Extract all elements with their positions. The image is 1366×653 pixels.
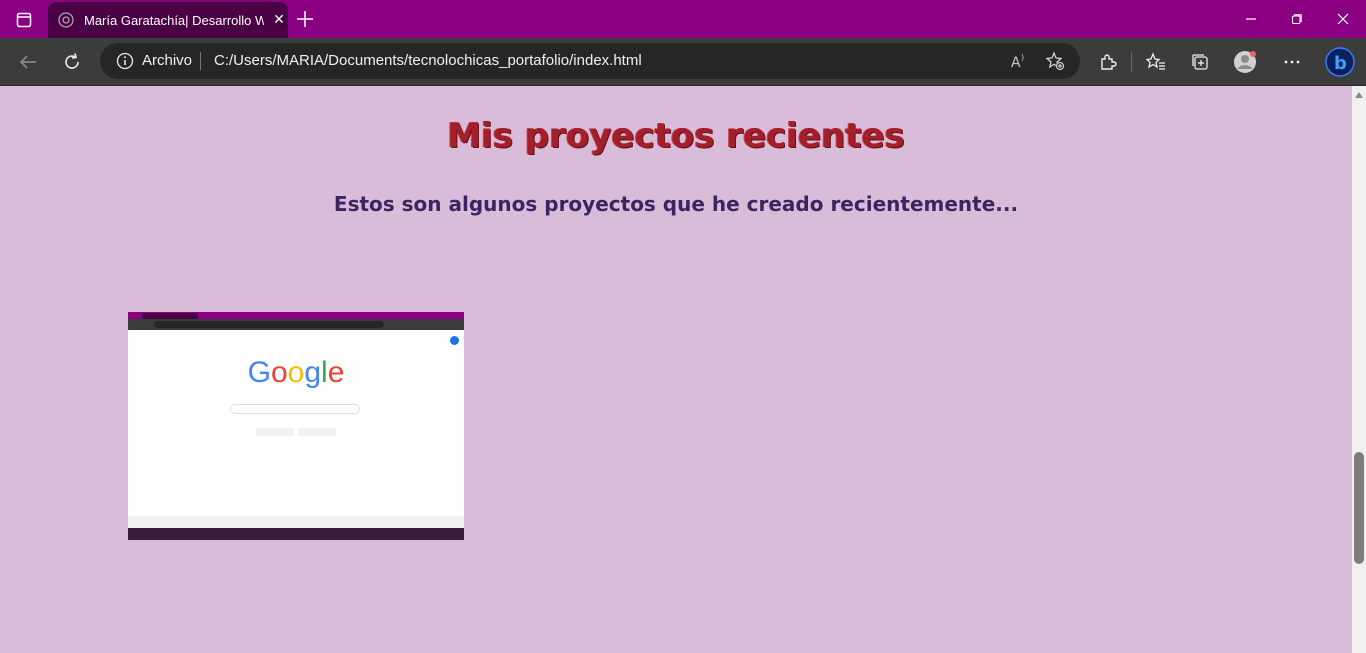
tab-active[interactable]: María Garatachía| Desarrollo Web ✕: [48, 2, 288, 38]
bing-copilot-icon[interactable]: b: [1324, 46, 1356, 78]
address-url[interactable]: C:/Users/MARIA/Documents/tecnolochicas_p…: [214, 52, 642, 69]
globe-icon: [58, 12, 74, 28]
back-icon[interactable]: [16, 50, 40, 74]
title-bar: María Garatachía| Desarrollo Web ✕: [0, 0, 1366, 38]
read-aloud-icon[interactable]: A): [1008, 50, 1030, 72]
minimize-icon[interactable]: [1228, 0, 1274, 38]
scroll-up-arrow-icon[interactable]: [1352, 88, 1366, 102]
svg-text:): ): [1021, 53, 1024, 62]
thumb-search-box: [230, 404, 360, 414]
project-thumbnail[interactable]: Google: [128, 312, 464, 540]
address-scheme-label: Archivo: [142, 52, 193, 69]
vertical-scrollbar[interactable]: [1352, 86, 1366, 653]
svg-text:A: A: [1011, 55, 1021, 70]
thumb-taskbar: [128, 528, 464, 540]
add-favorite-icon[interactable]: [1044, 50, 1066, 72]
new-tab-icon[interactable]: [294, 8, 316, 30]
scrollbar-thumb[interactable]: [1354, 452, 1364, 564]
svg-text:b: b: [1334, 53, 1347, 74]
tab-close-icon[interactable]: ✕: [270, 12, 288, 28]
projects-subheading: Estos son algunos proyectos que he cread…: [333, 192, 1019, 216]
address-separator: [200, 52, 201, 70]
thumb-search-button: [256, 428, 294, 436]
thumb-address-bar: [154, 321, 384, 328]
tab-actions-icon[interactable]: [10, 9, 38, 31]
info-icon[interactable]: [116, 52, 134, 70]
extensions-icon[interactable]: [1096, 50, 1120, 74]
refresh-icon[interactable]: [60, 50, 84, 74]
address-bar[interactable]: Archivo C:/Users/MARIA/Documents/tecnolo…: [100, 43, 1080, 79]
restore-icon[interactable]: [1274, 0, 1320, 38]
thumb-lucky-button: [298, 428, 336, 436]
favorites-icon[interactable]: [1144, 50, 1168, 74]
thumb-avatar: [450, 336, 459, 345]
browser-toolbar: Archivo C:/Users/MARIA/Documents/tecnolo…: [0, 38, 1366, 86]
more-options-icon[interactable]: [1280, 50, 1304, 74]
thumb-google-logo: Google: [247, 356, 345, 389]
page-content: Mis proyectos recientes Estos son alguno…: [0, 86, 1352, 653]
projects-heading: Mis proyectos recientes: [447, 116, 905, 156]
close-window-icon[interactable]: [1320, 0, 1366, 38]
tab-title: María Garatachía| Desarrollo Web: [84, 12, 264, 28]
profile-avatar-icon[interactable]: [1233, 50, 1257, 74]
thumb-footer: [128, 516, 464, 528]
toolbar-separator: [1131, 52, 1132, 72]
collections-icon[interactable]: [1188, 50, 1212, 74]
